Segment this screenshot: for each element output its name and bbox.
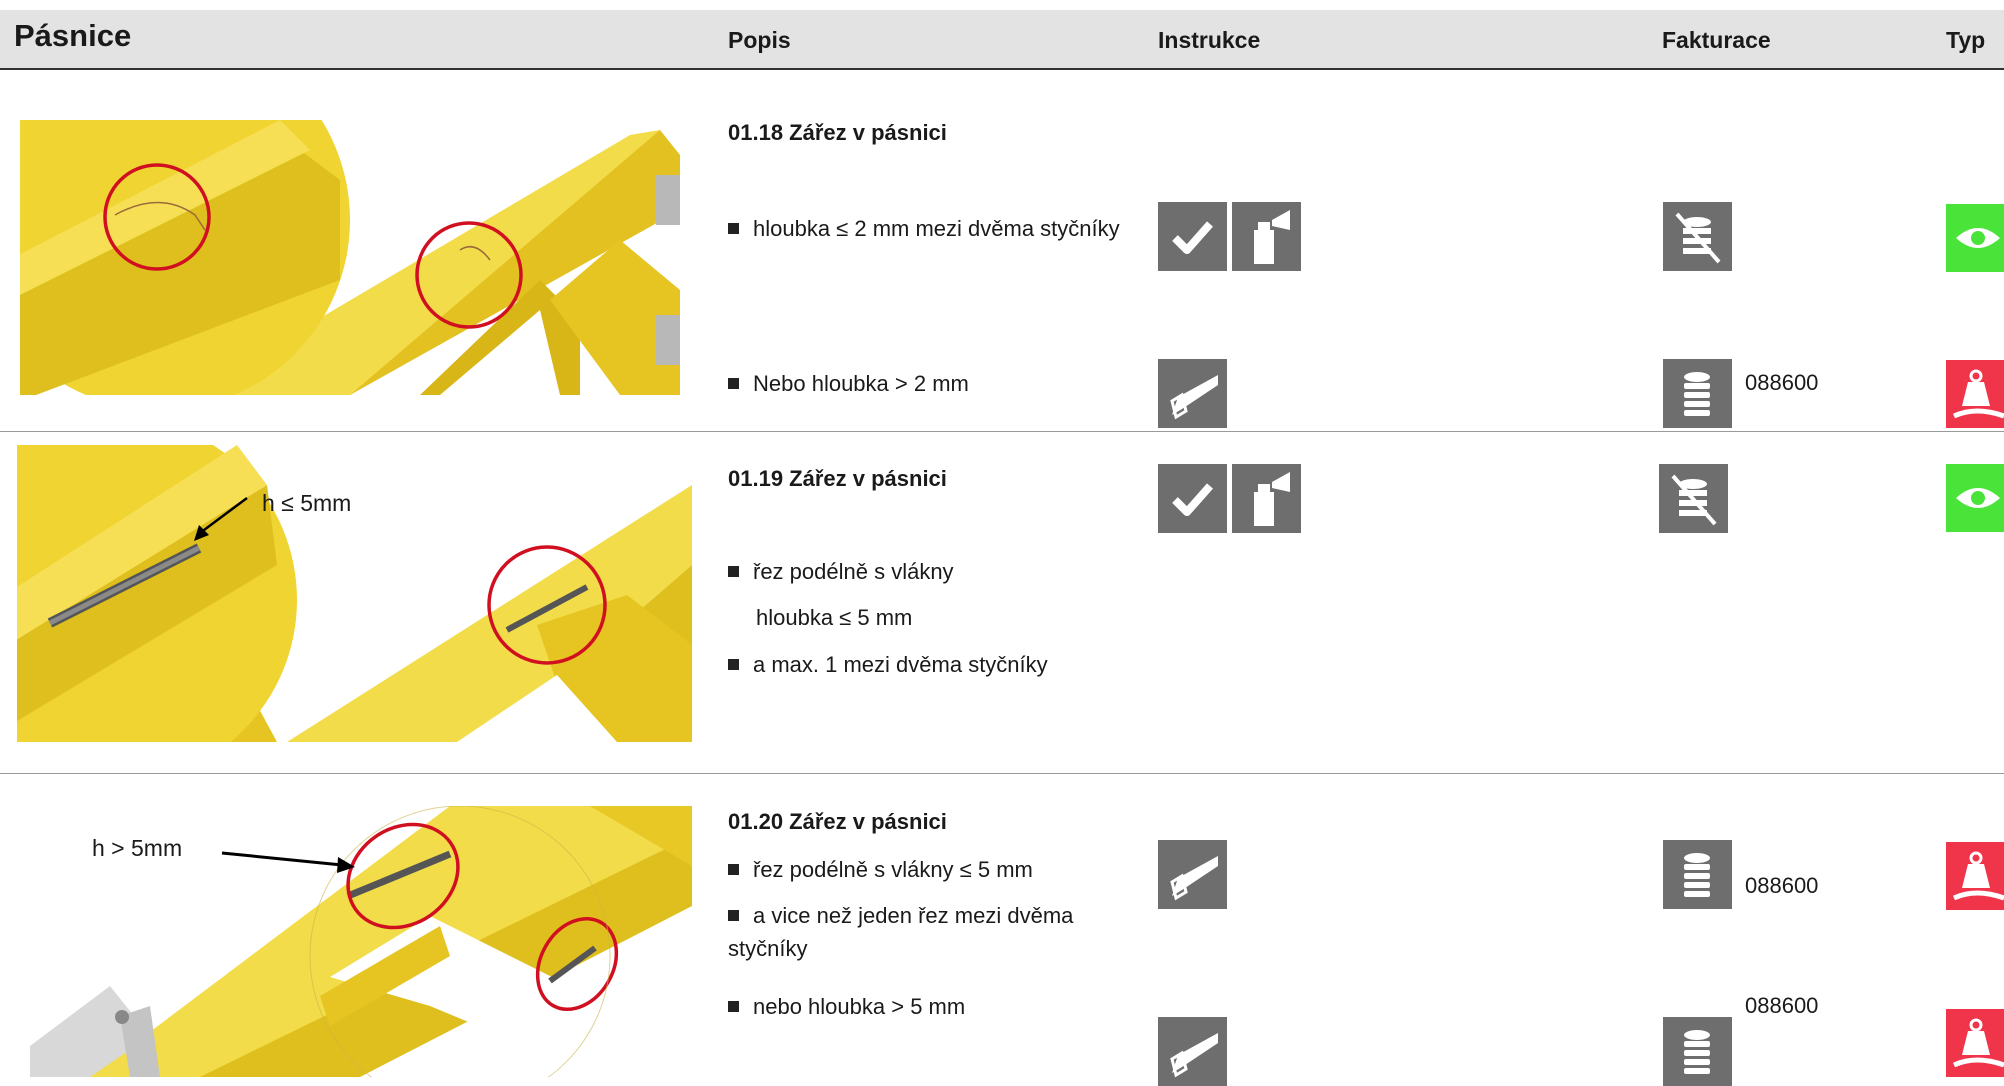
coins-icon (1663, 1017, 1732, 1086)
spray-icon (1232, 464, 1301, 533)
bullet-icon (728, 864, 739, 875)
bullet-icon (728, 910, 739, 921)
list-item: řez podélně s vlákny ≤ 5 mm (728, 853, 1148, 886)
check-icon (1158, 202, 1227, 271)
weight-icon (1946, 360, 2004, 428)
section-title: 01.18 Zářez v pásnici (728, 120, 947, 145)
column-header-popis: Popis (728, 27, 791, 53)
weight-icon (1946, 1009, 2004, 1077)
illustration-01-18 (20, 120, 680, 395)
column-header-fakturace: Fakturace (1662, 27, 1771, 53)
list-item: nebo hloubka > 5 mm (728, 990, 1148, 1023)
bullet-icon (728, 1001, 739, 1012)
list-item: a vice než jeden řez mezi dvěma styčníky (728, 903, 1074, 961)
weight-icon (1946, 842, 2004, 910)
bullet-icon (728, 659, 739, 670)
spray-icon (1232, 202, 1301, 271)
coins-icon (1663, 359, 1732, 428)
eye-icon (1946, 464, 2004, 532)
no-billing-icon (1659, 464, 1728, 533)
no-billing-icon (1663, 202, 1732, 271)
dimension-label: h ≤ 5mm (262, 490, 352, 516)
table-header: Pásnice Popis Instrukce Fakturace Typ (0, 10, 2004, 70)
section-title: 01.20 Zářez v pásnici (728, 809, 947, 834)
list-item: a max. 1 mezi dvěma styčníky (728, 648, 1148, 681)
coins-icon (1663, 840, 1732, 909)
list-item: hloubka ≤ 2 mm mezi dvěma styčníky (728, 212, 1148, 245)
page-title: Pásnice (14, 18, 132, 53)
row-divider (0, 431, 2004, 432)
saw-icon (1158, 840, 1227, 909)
column-header-typ: Typ (1946, 27, 1986, 53)
check-icon (1158, 464, 1227, 533)
eye-icon (1946, 204, 2004, 272)
billing-code: 088600 (1745, 873, 1819, 898)
list-item: Nebo hloubka > 2 mm (728, 367, 1148, 400)
saw-icon (1158, 1017, 1227, 1086)
billing-code: 088600 (1745, 370, 1819, 395)
row-divider (0, 773, 2004, 774)
illustration-01-19 (17, 445, 692, 742)
list-item: řez podélně s vlákny (728, 555, 1148, 588)
billing-code: 088600 (1745, 993, 1819, 1018)
section-title: 01.19 Zářez v pásnici (728, 466, 947, 491)
bullet-icon (728, 378, 739, 389)
bullet-icon (728, 223, 739, 234)
saw-icon (1158, 359, 1227, 428)
arrow-icon (221, 851, 355, 873)
column-header-instrukce: Instrukce (1158, 27, 1261, 53)
list-item: hloubka ≤ 5 mm (756, 605, 913, 630)
bullet-icon (728, 566, 739, 577)
dimension-label: h > 5mm (92, 835, 183, 861)
